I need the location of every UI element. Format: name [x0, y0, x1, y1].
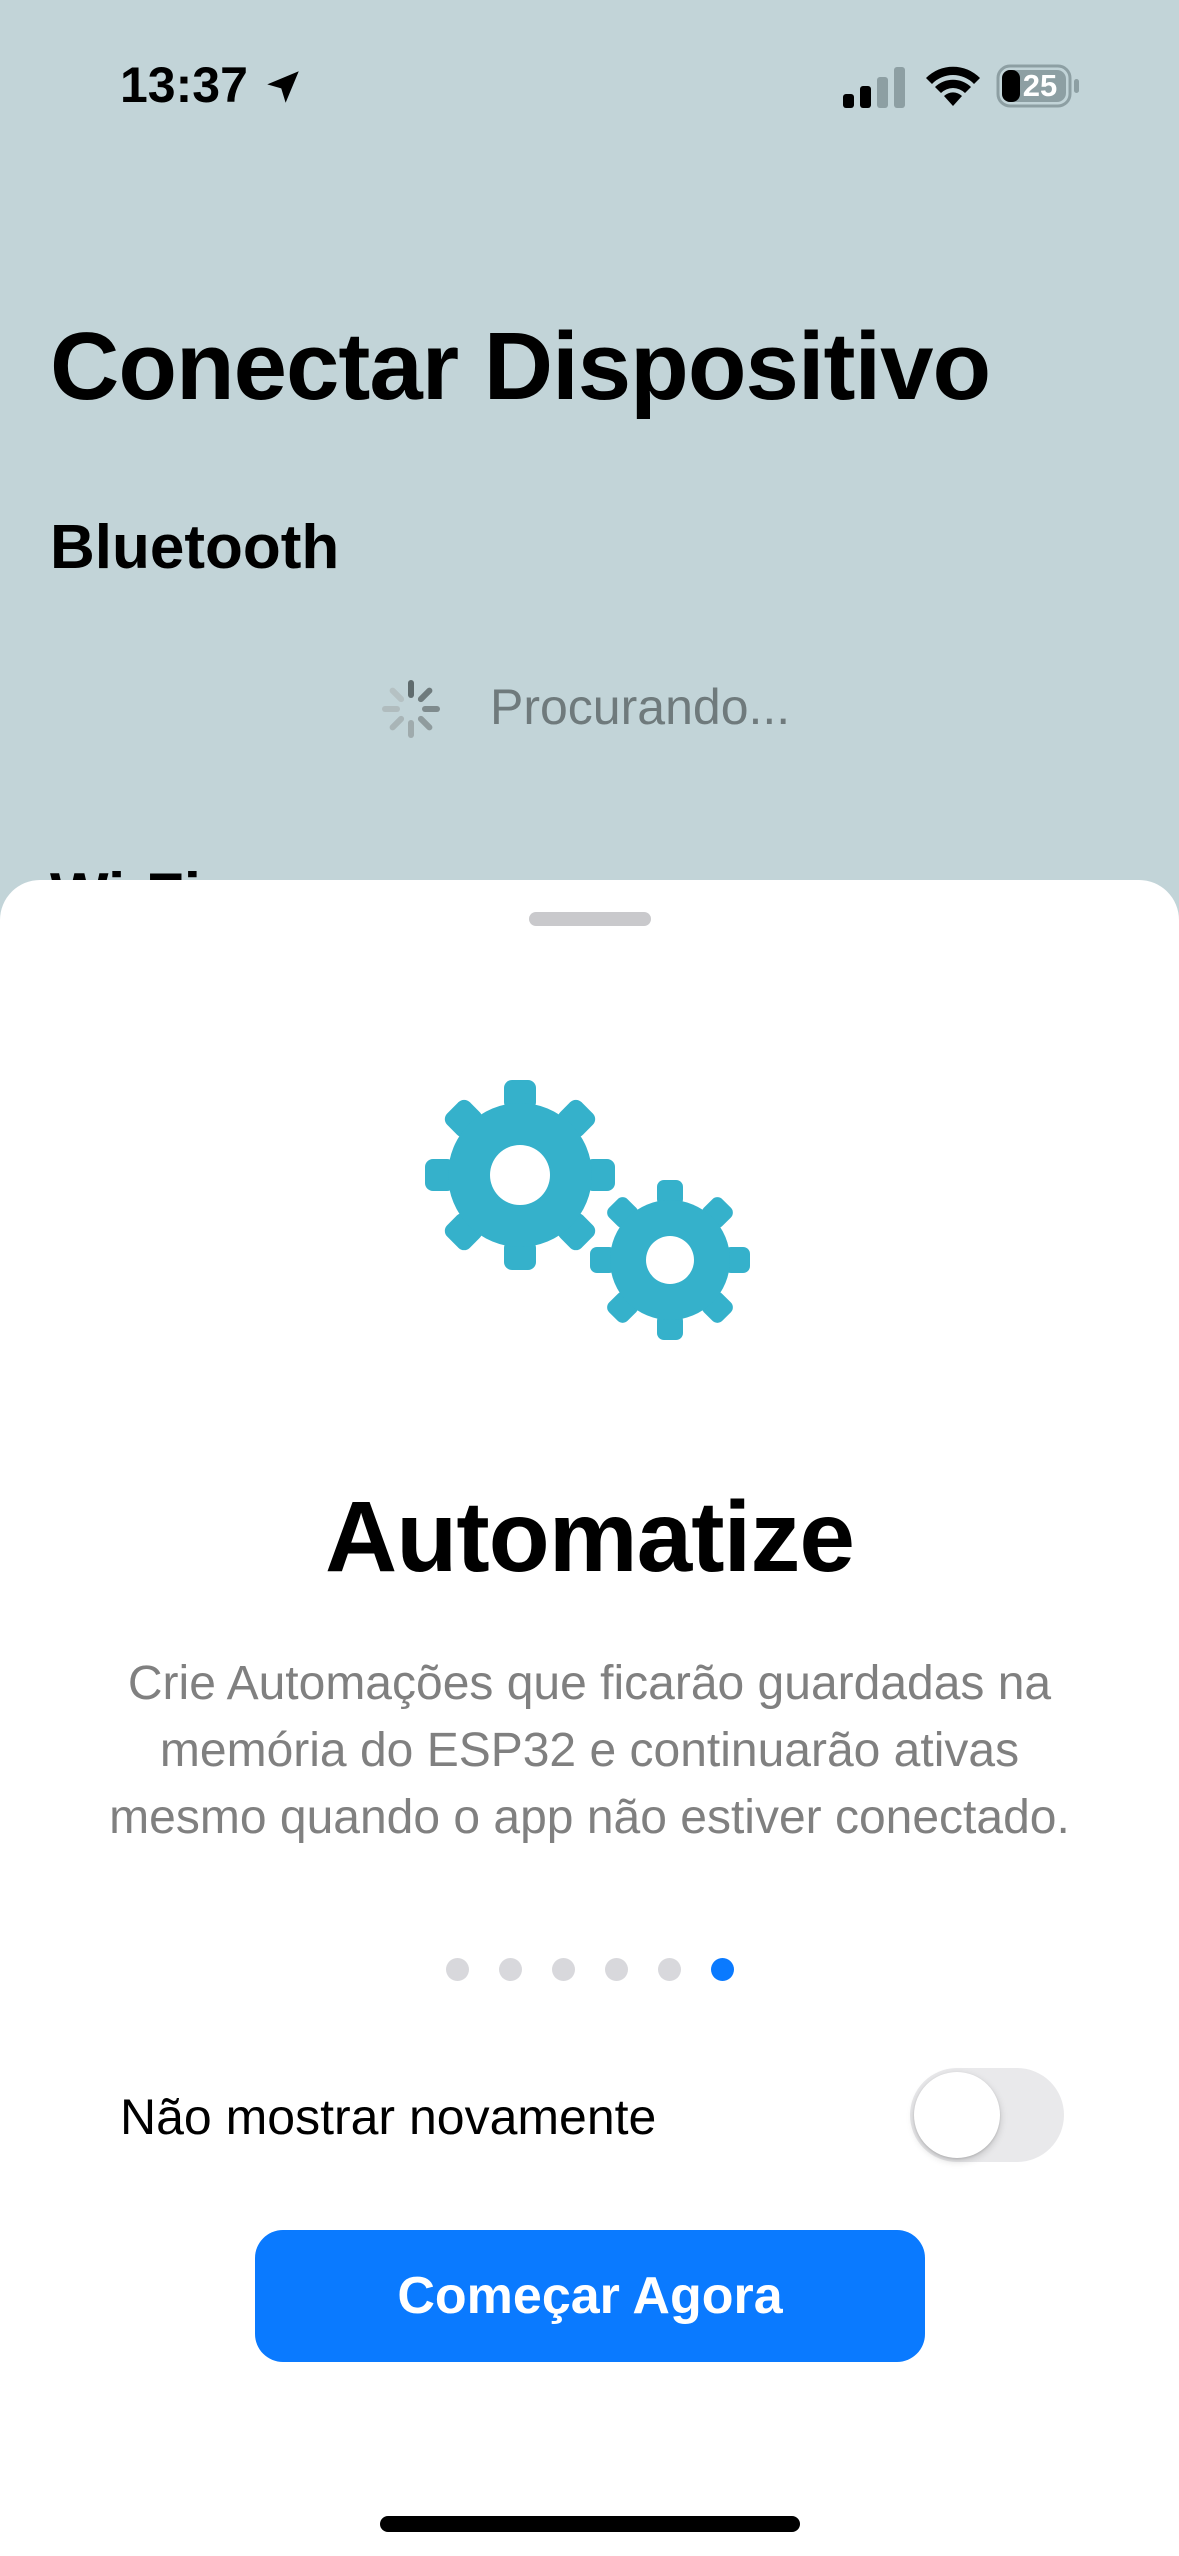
page-dot[interactable]	[445, 1958, 469, 1981]
dont-show-again-toggle[interactable]	[910, 2068, 1064, 2162]
page-dot[interactable]	[657, 1958, 681, 1981]
onboarding-title: Automatize	[325, 1481, 855, 1593]
battery-level: 25	[1022, 68, 1058, 103]
home-indicator[interactable]	[380, 2516, 800, 2532]
sheet-grabber[interactable]	[529, 912, 651, 926]
status-time: 13:37	[120, 57, 248, 113]
onboarding-description: Crie Automações que ficarão guardadas na…	[109, 1657, 1070, 1844]
start-now-button[interactable]: Começar Agora	[255, 2230, 925, 2362]
section-header-bluetooth: Bluetooth	[50, 513, 340, 582]
location-arrow-icon	[267, 71, 299, 103]
page-dot-active[interactable]	[710, 1958, 734, 1981]
toggle-knob	[914, 2072, 1000, 2158]
searching-status: Procurando...	[490, 679, 791, 735]
page-title: Conectar Dispositivo	[50, 313, 991, 420]
dont-show-again-label: Não mostrar novamente	[120, 2089, 657, 2145]
activity-spinner-icon	[382, 680, 440, 738]
gears-icon	[425, 1080, 750, 1340]
page-indicator[interactable]	[0, 1958, 1179, 1981]
wifi-icon	[926, 66, 980, 106]
page-dot[interactable]	[498, 1958, 522, 1981]
onboarding-sheet: Automatize Crie Automações que ficarão g…	[0, 880, 1179, 2556]
cellular-signal-icon	[843, 67, 905, 108]
page-dot[interactable]	[604, 1958, 628, 1981]
page-dot[interactable]	[551, 1958, 575, 1981]
